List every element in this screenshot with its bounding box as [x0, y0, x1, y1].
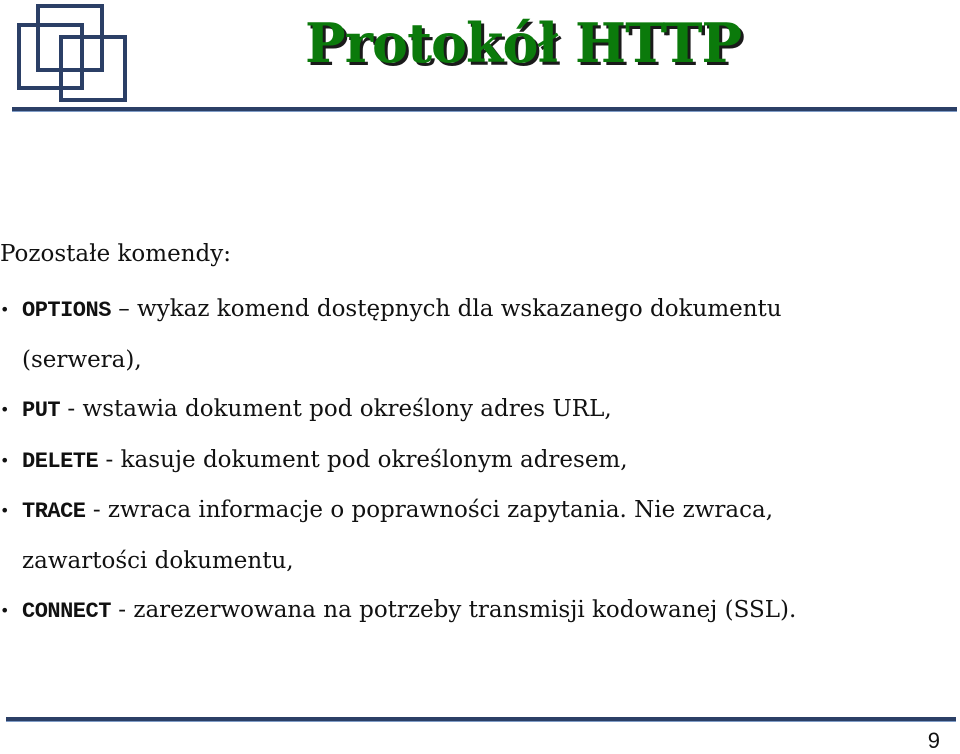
header-divider	[12, 107, 957, 112]
logo-square	[59, 35, 127, 102]
command-name: DELETE	[22, 448, 99, 474]
command-description: zwraca informacje o poprawności zapytani…	[107, 497, 774, 523]
list-item-continuation: zawartości dokumentu,	[0, 537, 960, 587]
bullet-icon: •	[0, 450, 10, 470]
bullet-icon: •	[0, 501, 10, 520]
command-name: PUT	[22, 398, 61, 423]
command-description: wstawia dokument pod określony adres URL…	[82, 396, 612, 422]
separator: -	[85, 497, 108, 523]
command-description: zarezerwowana na potrzeby transmisji kod…	[133, 597, 797, 623]
bullet-icon: •	[0, 601, 10, 620]
command-name: TRACE	[22, 499, 86, 524]
footer-divider	[6, 717, 956, 722]
list-item: • CONNECT - zarezerwowana na potrzeby tr…	[0, 586, 960, 637]
bullet-icon: •	[0, 400, 10, 419]
list-item: • OPTIONS – wykaz komend dostępnych dla …	[0, 285, 960, 336]
command-name: CONNECT	[22, 599, 111, 624]
page-number: 9	[927, 728, 940, 753]
separator: –	[110, 296, 138, 322]
command-description-continuation: (serwera),	[22, 346, 142, 373]
slide-body: Pozostałe komendy: • OPTIONS – wykaz kom…	[0, 236, 960, 637]
separator: -	[110, 597, 134, 623]
command-name: OPTIONS	[22, 298, 111, 323]
list-item: • TRACE - zwraca informacje o poprawnośc…	[0, 486, 960, 537]
separator: -	[98, 446, 121, 473]
separator: -	[60, 396, 83, 422]
command-description: kasuje dokument pod określonym adresem,	[120, 446, 628, 473]
slide-title: Protokół HTTP	[305, 11, 742, 75]
intro-text: Pozostałe komendy:	[0, 241, 231, 267]
list-item: • DELETE - kasuje dokument pod określony…	[0, 436, 960, 487]
list-item-continuation: (serwera),	[0, 336, 960, 386]
bullet-icon: •	[0, 300, 10, 319]
command-list: • OPTIONS – wykaz komend dostępnych dla …	[0, 285, 960, 637]
overlapping-squares-logo-icon	[0, 0, 140, 110]
list-item: • PUT - wstawia dokument pod określony a…	[0, 385, 960, 436]
command-description: wykaz komend dostępnych dla wskazanego d…	[137, 296, 782, 322]
command-description-continuation: zawartości dokumentu,	[22, 547, 294, 574]
